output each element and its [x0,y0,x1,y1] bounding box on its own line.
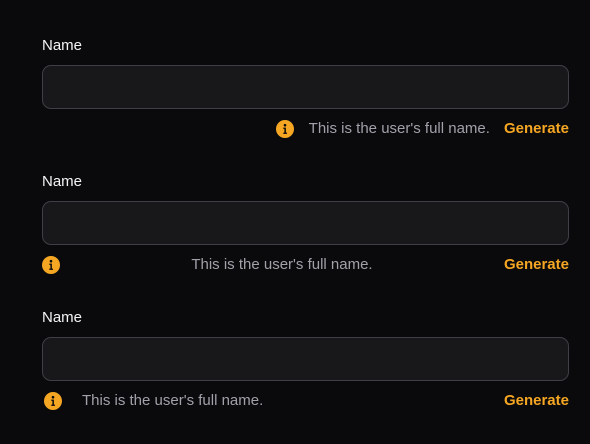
field-help-row: This is the user's full name. Generate [42,255,569,275]
name-label: Name [42,37,83,54]
name-input[interactable] [42,65,569,109]
name-field-group-2: Name This is the user's full name. Gener… [42,173,569,275]
name-input[interactable] [42,337,569,381]
info-icon [44,392,62,410]
generate-link[interactable]: Generate [504,391,569,411]
field-hint-text: This is the user's full name. [82,392,264,409]
name-input[interactable] [42,201,569,245]
generate-link[interactable]: Generate [504,119,569,139]
name-field-group-1: Name This is the user's full name. Gener… [42,37,569,139]
field-help-row: This is the user's full name. Generate [42,391,569,411]
name-label: Name [42,309,83,326]
info-icon [42,256,60,274]
name-label: Name [42,173,83,190]
name-field-group-3: Name This is the user's full name. Gener… [42,309,569,411]
field-hint-text: This is the user's full name. [191,256,373,273]
info-icon [275,120,294,138]
field-hint-text: This is the user's full name. [308,120,490,137]
field-help-row: This is the user's full name. Generate [42,119,569,139]
generate-link[interactable]: Generate [504,255,569,275]
